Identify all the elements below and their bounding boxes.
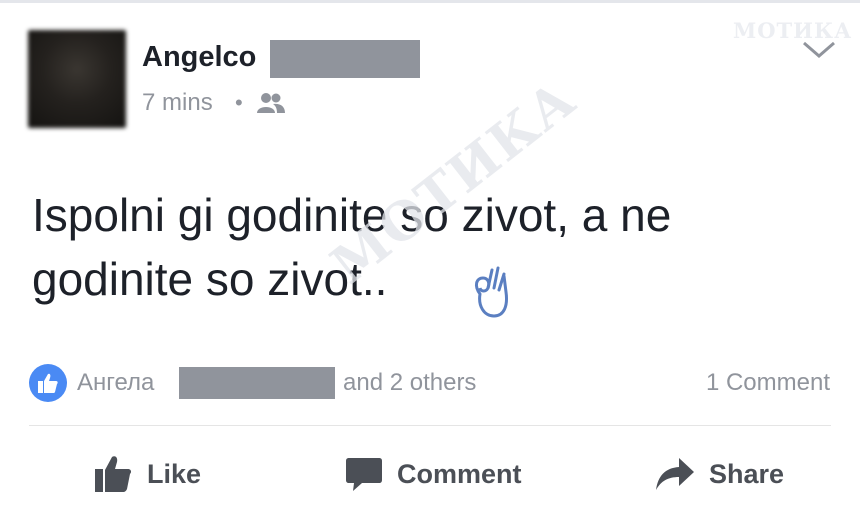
thumbs-up-icon [38, 373, 58, 393]
chevron-down-icon[interactable] [801, 40, 837, 60]
ok-hand-icon [474, 266, 508, 318]
like-button[interactable]: Like [93, 446, 201, 502]
divider [29, 425, 831, 426]
share-button[interactable]: Share [655, 446, 784, 502]
comment-button[interactable]: Comment [345, 446, 522, 502]
like-reaction-icon[interactable] [29, 364, 67, 402]
likers-others[interactable]: and 2 others [343, 369, 476, 397]
author-name[interactable]: Angelco [142, 41, 256, 74]
top-border [0, 0, 860, 3]
redacted-surname [270, 40, 420, 78]
comment-icon [346, 458, 382, 491]
share-icon [656, 458, 694, 490]
thumbs-up-icon [95, 456, 132, 492]
avatar[interactable] [28, 30, 126, 128]
like-label: Like [147, 458, 202, 489]
friends-icon[interactable] [256, 92, 286, 114]
post-timestamp[interactable]: 7 mins [142, 89, 213, 117]
comment-count[interactable]: 1 Comment [706, 369, 830, 397]
liker-name[interactable]: Ангела [77, 369, 154, 397]
comment-label: Comment [397, 458, 522, 489]
share-label: Share [709, 458, 785, 489]
redacted-liker-surname [179, 367, 335, 399]
meta-separator: • [235, 90, 243, 115]
